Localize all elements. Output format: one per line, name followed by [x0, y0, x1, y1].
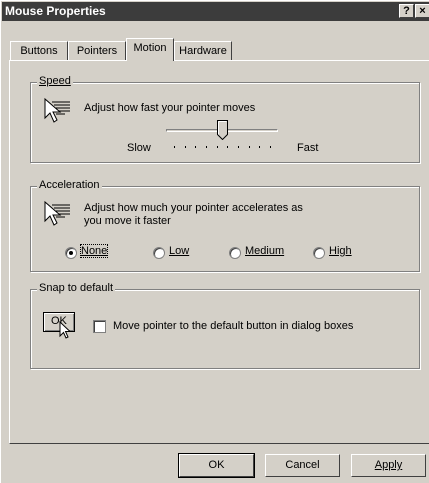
- radio-low[interactable]: [153, 247, 165, 259]
- radio-none-label[interactable]: None: [79, 244, 109, 258]
- cursor-arrow-icon: [59, 321, 72, 339]
- radio-none[interactable]: [65, 247, 77, 259]
- acceleration-group: Acceleration Adjust how much your pointe…: [30, 179, 420, 272]
- speed-tick: [195, 146, 197, 148]
- mouse-properties-window: Mouse Properties ? × Buttons Pointers Mo…: [0, 0, 429, 483]
- speed-tick: [259, 146, 261, 148]
- cancel-button[interactable]: Cancel: [265, 454, 340, 477]
- pointer-acceleration-icon: [44, 200, 70, 226]
- fast-label: Fast: [297, 142, 319, 154]
- tab-buttons[interactable]: Buttons: [10, 41, 68, 61]
- snap-group: Snap to default OK Move pointer to the d…: [30, 282, 420, 369]
- speed-group: Speed Adjust how fast your pointer moves: [30, 75, 420, 163]
- speed-group-title: Speed: [37, 75, 73, 87]
- acceleration-description-line1: Adjust how much your pointer accelerates…: [84, 202, 303, 214]
- radio-medium-label[interactable]: Medium: [245, 245, 284, 257]
- acceleration-description-line2: you move it faster: [84, 215, 171, 227]
- tab-motion[interactable]: Motion: [126, 38, 174, 61]
- window-title: Mouse Properties: [5, 4, 106, 18]
- speed-tick: [248, 146, 250, 148]
- pointer-speed-icon: [44, 97, 70, 123]
- speed-slider-thumb[interactable]: [217, 120, 228, 140]
- tab-label: Pointers: [76, 45, 118, 57]
- radio-low-label[interactable]: Low: [169, 245, 189, 257]
- snap-checkbox-label[interactable]: Move pointer to the default button in di…: [113, 320, 353, 332]
- speed-tick: [238, 146, 239, 148]
- snap-group-title: Snap to default: [37, 282, 116, 294]
- radio-high-label[interactable]: High: [329, 245, 352, 257]
- speed-description: Adjust how fast your pointer moves: [84, 102, 256, 114]
- speed-tick: [270, 146, 271, 148]
- tab-label: Motion: [133, 42, 167, 54]
- close-button[interactable]: ×: [415, 4, 429, 18]
- ok-button[interactable]: OK: [178, 453, 255, 478]
- tab-hardware[interactable]: Hardware: [174, 41, 232, 61]
- speed-tick: [184, 146, 186, 148]
- slow-label: Slow: [127, 142, 151, 154]
- tab-label: Buttons: [20, 45, 58, 57]
- radio-medium[interactable]: [229, 247, 241, 259]
- acceleration-group-title: Acceleration: [37, 179, 102, 191]
- radio-high[interactable]: [313, 247, 325, 259]
- title-bar[interactable]: Mouse Properties ? ×: [2, 2, 429, 21]
- snap-to-default-icon: OK: [43, 312, 77, 339]
- tab-label: Hardware: [179, 45, 227, 57]
- motion-tab-panel: Speed Adjust how fast your pointer moves: [9, 60, 429, 444]
- speed-tick: [206, 146, 207, 148]
- speed-tick: [227, 146, 229, 148]
- speed-tick: [174, 146, 175, 148]
- snap-checkbox[interactable]: [93, 320, 106, 333]
- tab-pointers[interactable]: Pointers: [68, 41, 126, 61]
- help-button[interactable]: ?: [399, 4, 414, 18]
- speed-tick: [216, 146, 218, 148]
- apply-button[interactable]: Apply: [351, 454, 426, 477]
